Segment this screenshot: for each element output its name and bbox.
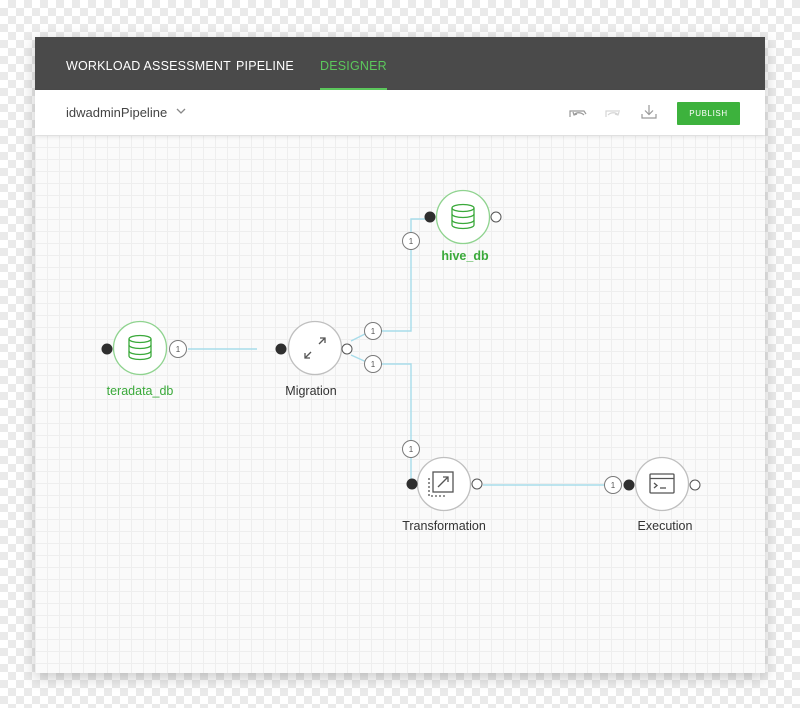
badge-count: 1 <box>371 327 376 336</box>
toolbar: idwadminPipeline PUBLISH <box>35 90 765 135</box>
node-teradata[interactable]: 1 <box>101 320 187 376</box>
badge-count: 1 <box>409 237 414 246</box>
node-transformation[interactable]: 1 <box>402 440 483 512</box>
input-port[interactable] <box>406 478 418 490</box>
input-port[interactable] <box>275 343 287 355</box>
execution-label: Execution <box>637 519 693 533</box>
tab-pipeline[interactable]: PIPELINE <box>236 37 294 90</box>
input-port[interactable] <box>623 479 635 491</box>
execution-circle[interactable] <box>634 456 690 512</box>
publish-button[interactable]: PUBLISH <box>677 102 740 125</box>
pipeline-graph: 1 1 1 1 1 1 <box>101 189 701 512</box>
node-hive[interactable]: 1 <box>402 189 502 250</box>
badge-count: 1 <box>409 445 414 454</box>
input-port[interactable] <box>424 211 436 223</box>
designer-window: WORKLOAD ASSESSMENT PIPELINE DESIGNER id… <box>35 37 765 673</box>
input-port[interactable] <box>101 343 113 355</box>
download-icon[interactable] <box>640 103 658 121</box>
tab-designer-label: DESIGNER <box>320 59 387 73</box>
output-port[interactable] <box>689 479 701 491</box>
hive-label: hive_db <box>441 249 489 263</box>
tab-designer[interactable]: DESIGNER <box>320 37 387 90</box>
output-port[interactable] <box>471 478 483 490</box>
tab-workload-assessment[interactable]: WORKLOAD ASSESSMENT <box>66 37 231 90</box>
undo-icon[interactable] <box>568 103 588 121</box>
badge-count: 1 <box>611 481 616 490</box>
pipeline-canvas[interactable]: 1 1 1 1 1 1 teradata_db hive_db Migratio… <box>35 135 765 673</box>
teradata-label: teradata_db <box>106 384 174 398</box>
transformation-label: Transformation <box>402 519 486 533</box>
connector-migration-transformation <box>350 354 414 486</box>
node-execution[interactable]: 1 <box>604 456 701 512</box>
output-port[interactable] <box>341 343 353 355</box>
node-migration[interactable]: 1 1 1 <box>275 320 382 376</box>
top-nav: WORKLOAD ASSESSMENT PIPELINE DESIGNER <box>35 37 765 90</box>
pipeline-selector[interactable]: idwadminPipeline <box>66 90 167 136</box>
chevron-down-icon[interactable] <box>176 107 186 115</box>
badge-count: 1 <box>176 345 181 354</box>
redo-icon[interactable] <box>604 103 624 121</box>
output-port[interactable] <box>490 211 502 223</box>
badge-count: 1 <box>371 360 376 369</box>
transformation-circle[interactable] <box>416 456 472 512</box>
migration-label: Migration <box>285 384 337 398</box>
migration-circle[interactable] <box>287 320 343 376</box>
